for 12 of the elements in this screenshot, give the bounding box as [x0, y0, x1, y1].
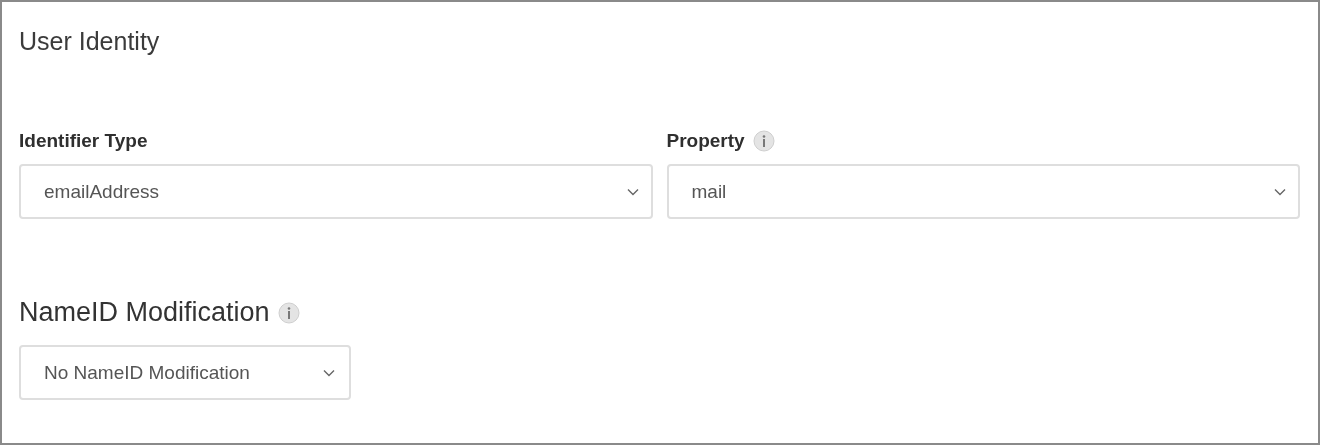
caret-icon: [1274, 187, 1286, 196]
dropdown[interactable]: No NameID Modification: [19, 345, 351, 400]
field-label: Property: [666, 130, 745, 152]
section-heading: NameID Modification: [19, 297, 270, 328]
info-icon[interactable]: [277, 301, 300, 324]
caret-icon: [626, 187, 639, 196]
field-label: Identifier Type: [19, 130, 148, 152]
caret-icon: [323, 368, 335, 377]
dropdown[interactable]: mail: [666, 164, 1300, 219]
info-icon[interactable]: [752, 130, 775, 152]
section-title: User Identity: [19, 26, 160, 57]
dropdown[interactable]: emailAddress: [19, 164, 653, 219]
